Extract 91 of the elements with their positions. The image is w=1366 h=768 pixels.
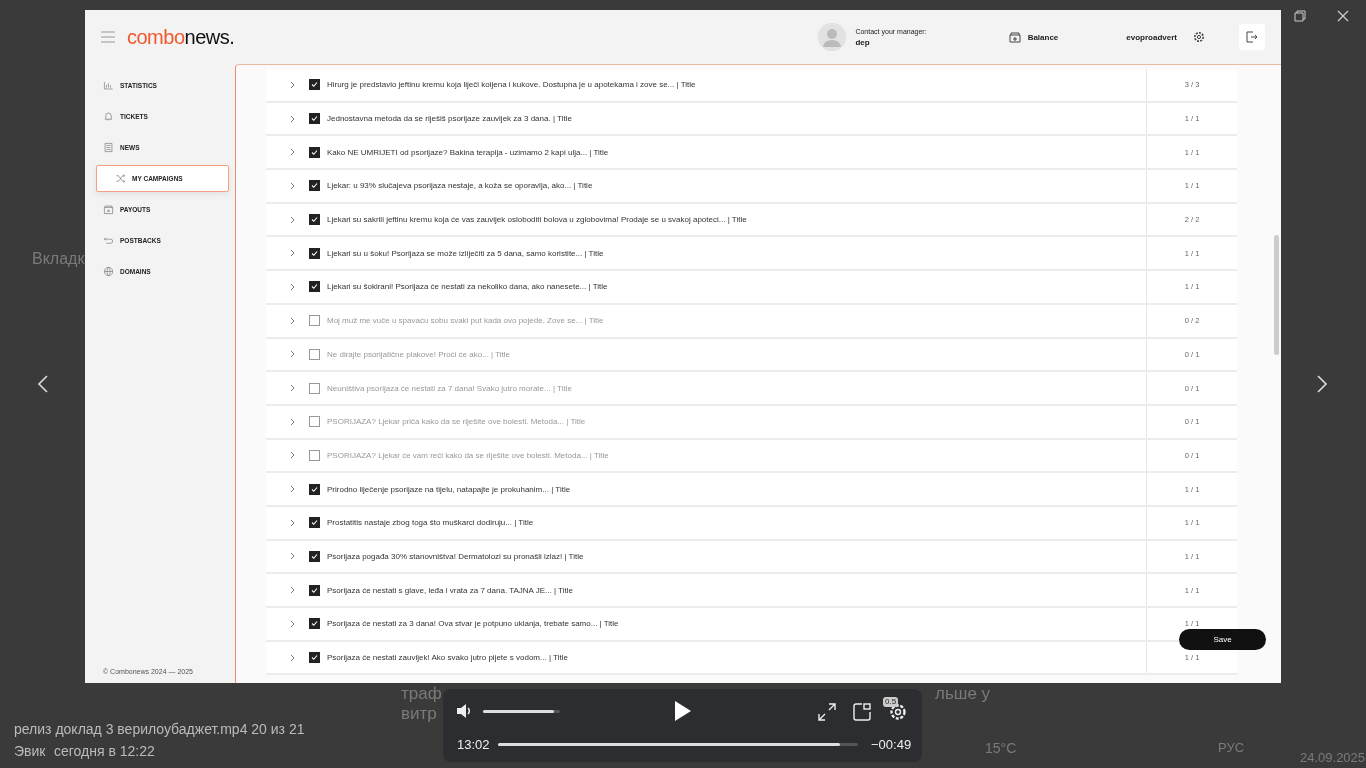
- play-icon[interactable]: [674, 700, 692, 722]
- document-icon: [103, 142, 114, 153]
- chevron-icon[interactable]: [290, 282, 296, 291]
- chevron-icon[interactable]: [290, 619, 296, 628]
- elapsed-time: 13:02: [457, 737, 490, 752]
- row-title: Ljekari su šokirani! Psorijaza će nestati za nekoliko dana, ako nanesete... | Title: [327, 282, 609, 292]
- background-text: 24.09.2025: [1300, 750, 1366, 765]
- background-text: Вкладк: [32, 250, 85, 268]
- checkbox[interactable]: [309, 214, 320, 226]
- row-title: Ne dirajte psorijatične plakove! Proći će ako... | Title: [327, 349, 512, 359]
- checkbox[interactable]: [309, 618, 320, 630]
- chevron-icon[interactable]: [290, 350, 296, 359]
- background-text: РУС: [1218, 740, 1245, 755]
- checkbox[interactable]: [309, 315, 320, 327]
- checkbox[interactable]: [309, 483, 320, 495]
- file-name: релиз доклад 3 верилоубаджет.mp4 20 из 21: [14, 721, 305, 737]
- row-title: PSORIJAZA? Ljekar priča kako da se riješite ove bolesti. Metoda... | Title: [327, 417, 587, 427]
- row-title: Kako NE UMRIJETI od psorijaze? Bakina terapija - uzimamo 2 kapi ulja... | Title: [327, 147, 610, 157]
- close-icon[interactable]: [1336, 9, 1350, 23]
- row-title: Psorijaza pogađa 30% stanovništva! Dermatolozi su pronašli izlaz! | Title: [327, 551, 585, 561]
- checkbox[interactable]: [309, 550, 320, 562]
- row-title: Hirurg je predstavio jeftinu kremu koja liječi koljena i kukove. Dostupna je u apotekama i zove se... | Title: [327, 80, 697, 90]
- speed-badge: 0.5: [883, 697, 899, 707]
- chevron-icon[interactable]: [290, 249, 296, 258]
- username[interactable]: evoproadvert: [1126, 32, 1177, 42]
- row-title: Psorijaza će nestati zauvijek! Ako svako jutro pijete s vodom... | Title: [327, 653, 569, 663]
- row-title: Neuništiva psorijaza će nestati za 7 dana! Svako jutro morate... | Title: [327, 383, 573, 393]
- bell-icon: [103, 111, 114, 122]
- checkbox[interactable]: [309, 449, 320, 461]
- row-title: Moj muž me vuče u spavaću sobu svaki put kada ovo pojede. Zove se... | Title: [327, 316, 605, 326]
- checkbox[interactable]: [309, 348, 320, 360]
- remaining-time: −00:49: [871, 737, 912, 752]
- chevron-icon[interactable]: [290, 215, 296, 224]
- chevron-icon[interactable]: [290, 181, 296, 190]
- chevron-icon[interactable]: [290, 114, 296, 123]
- logout-icon: [1246, 31, 1258, 43]
- checkbox[interactable]: [309, 281, 320, 293]
- checkbox[interactable]: [309, 180, 320, 192]
- checkbox[interactable]: [309, 652, 320, 664]
- checkbox[interactable]: [309, 247, 320, 259]
- chevron-icon[interactable]: [290, 148, 296, 157]
- date-text: сегодня в 12:22: [54, 743, 155, 759]
- row-title: PSORIJAZA? Ljekar će vam reći kako da se riješite ove bolesti. Metoda... | Title: [327, 450, 610, 460]
- checkbox[interactable]: [309, 584, 320, 596]
- row-title: Psorijaza će nestati za 3 dana! Ova stvar je potpuno uklanja, trebate samo... | Title: [327, 619, 620, 629]
- picture-in-picture-icon[interactable]: [853, 703, 871, 721]
- scrollbar-thumb[interactable]: [1274, 235, 1279, 355]
- row-title: Prirodno liječenje psorijaze na tijelu, natapajte je prokuhanim... | Title: [327, 484, 572, 494]
- chevron-icon[interactable]: [290, 653, 296, 662]
- background-text: траф: [401, 684, 442, 704]
- wallet-icon: [1008, 31, 1021, 43]
- balance-link[interactable]: Balance: [1027, 32, 1059, 42]
- restore-icon[interactable]: [1293, 9, 1307, 23]
- row-title: Psorijaza će nestati s glave, leđa i vrata za 7 dana. TAJNA JE... | Title: [327, 585, 574, 595]
- checkbox[interactable]: [309, 113, 320, 125]
- fullscreen-icon[interactable]: [818, 703, 836, 721]
- progress-bar[interactable]: [498, 743, 858, 746]
- checkbox[interactable]: [309, 382, 320, 394]
- chevron-icon[interactable]: [290, 384, 296, 393]
- chevron-icon[interactable]: [290, 485, 296, 494]
- logout-button[interactable]: [1239, 24, 1265, 50]
- chevron-icon[interactable]: [290, 316, 296, 325]
- row-title: Jednostavna metoda da se riješiš psorijaze zauvijek za 3 dana. | Title: [327, 114, 573, 124]
- chevron-icon[interactable]: [290, 586, 296, 595]
- checkbox[interactable]: [309, 79, 320, 91]
- wallet-icon: [103, 204, 114, 215]
- volume-slider[interactable]: [483, 710, 560, 713]
- background-text: льше у: [935, 684, 991, 704]
- checkbox[interactable]: [309, 416, 320, 428]
- background-text: витр: [401, 704, 437, 724]
- chevron-icon[interactable]: [290, 451, 296, 460]
- row-title: Ljekari su sakrili jeftinu kremu koja će vas zauvijek osloboditi bolova u zglobovima! Prodaje se u svakoj apoteci... | Title: [327, 215, 748, 225]
- chevron-icon[interactable]: [290, 518, 296, 527]
- return-arrow-icon: [103, 235, 114, 246]
- checkbox[interactable]: [309, 517, 320, 529]
- manager-name: dep: [855, 37, 871, 47]
- checkbox[interactable]: [309, 146, 320, 158]
- row-title: Ljekar: u 93% slučajeva psorijaza nestaje, a koža se oporavlja, ako... | Title: [327, 181, 594, 191]
- chevron-icon[interactable]: [290, 552, 296, 561]
- author-name: Эвик: [14, 743, 46, 759]
- save-button[interactable]: Save: [1179, 629, 1266, 650]
- row-title: Prostatitis nastaje zbog toga što muškarci dodiruju... | Title: [327, 518, 535, 528]
- settings-icon[interactable]: [1193, 31, 1205, 43]
- globe-icon: [103, 266, 114, 277]
- chevron-icon[interactable]: [290, 80, 296, 89]
- bar-chart-icon: [103, 80, 114, 91]
- logo: combonews.: [127, 25, 235, 49]
- background-text: 15°C: [985, 740, 1017, 756]
- shuffle-icon: [115, 173, 126, 184]
- chevron-icon[interactable]: [290, 417, 296, 426]
- row-title: Ljekari su u šoku! Psorijaza se može izliječiti za 5 dana, samo koristite... | Title: [327, 248, 605, 258]
